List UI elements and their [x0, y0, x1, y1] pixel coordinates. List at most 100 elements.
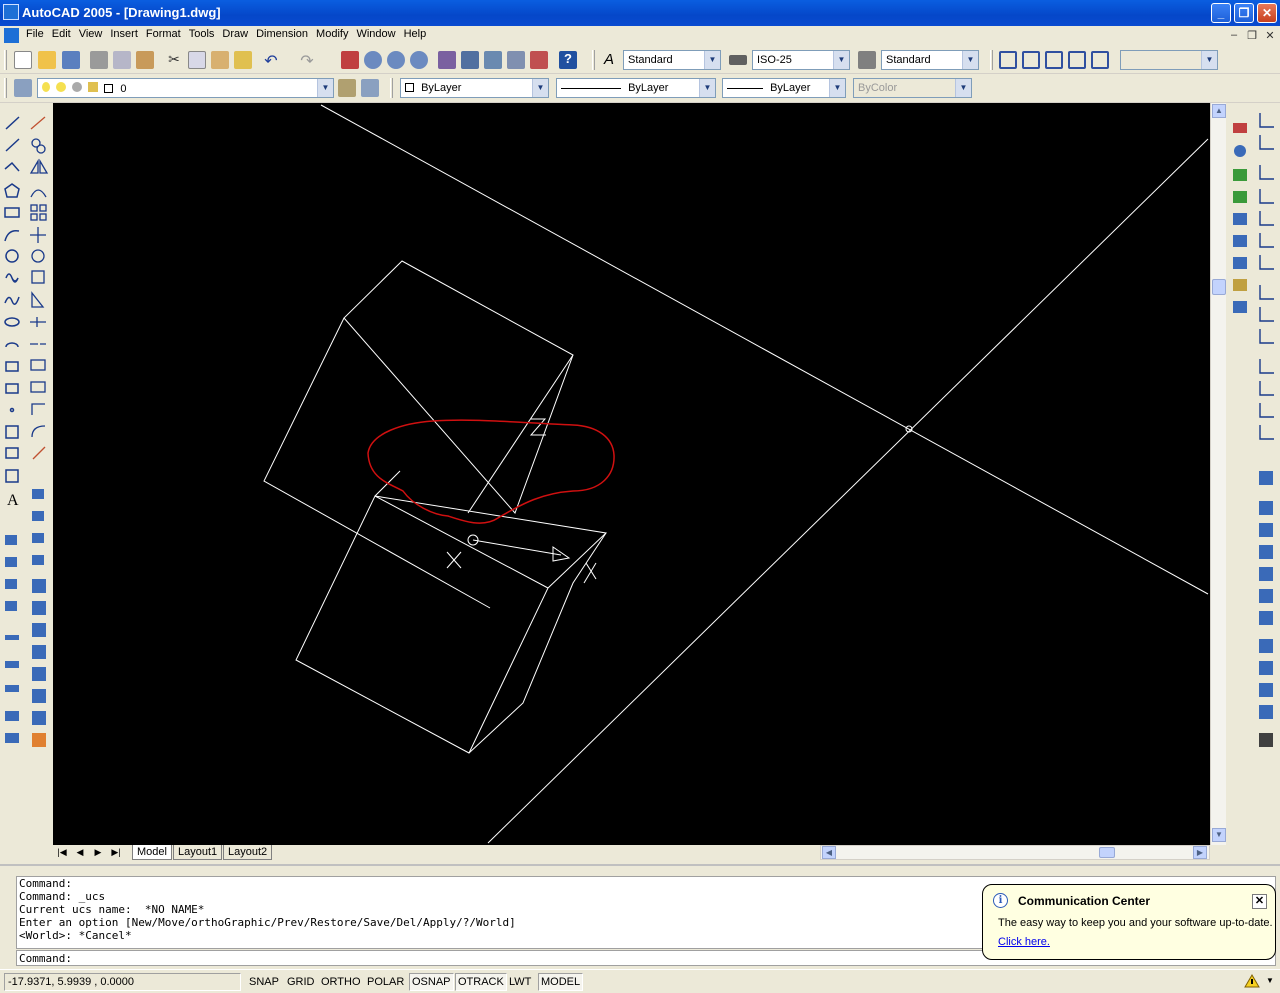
- scroll-left-button[interactable]: ◀: [822, 846, 836, 859]
- minimize-button[interactable]: _: [1211, 3, 1231, 23]
- paste-icon[interactable]: [211, 51, 229, 69]
- sheet-set-icon[interactable]: [507, 51, 525, 69]
- lwt-toggle[interactable]: LWT: [506, 973, 534, 991]
- plot-preview-icon[interactable]: [113, 51, 131, 69]
- vertical-scrollbar[interactable]: ▲ ▼: [1210, 103, 1226, 845]
- drawing-canvas[interactable]: [53, 103, 1210, 845]
- toolbar-grip[interactable]: [990, 50, 993, 70]
- doc-close-button[interactable]: ✕: [1262, 29, 1278, 43]
- plot-style-select[interactable]: ByColor ▼: [853, 78, 972, 98]
- zoom-previous-icon[interactable]: [410, 51, 428, 69]
- menu-insert[interactable]: Insert: [110, 28, 144, 40]
- toolbar-grip[interactable]: [4, 78, 7, 98]
- scroll-up-button[interactable]: ▲: [1212, 104, 1226, 118]
- redo-icon[interactable]: ↷: [298, 51, 316, 70]
- cut-icon[interactable]: ✂: [165, 51, 183, 69]
- polar-toggle[interactable]: POLAR: [364, 973, 407, 991]
- pan-realtime-icon[interactable]: [341, 51, 359, 69]
- autocad-app-icon[interactable]: [3, 4, 19, 20]
- model-toggle[interactable]: MODEL: [538, 973, 584, 991]
- tool-palettes-icon[interactable]: [484, 51, 502, 69]
- balloon-link[interactable]: Click here.: [998, 936, 1050, 948]
- viewport-dialog-icon[interactable]: [999, 51, 1017, 69]
- restore-button[interactable]: ❐: [1234, 3, 1254, 23]
- doc-minimize-button[interactable]: –: [1226, 29, 1242, 43]
- first-tab-button[interactable]: |◀: [55, 846, 69, 859]
- layer-select[interactable]: 0 ▼: [37, 78, 334, 98]
- single-viewport-icon[interactable]: [1022, 51, 1040, 69]
- color-select[interactable]: ByLayer ▼: [400, 78, 549, 98]
- grid-toggle[interactable]: GRID: [284, 973, 318, 991]
- warning-icon[interactable]: [1244, 974, 1260, 988]
- close-button[interactable]: ✕: [1257, 3, 1277, 23]
- menu-draw[interactable]: Draw: [222, 28, 254, 40]
- zoom-realtime-icon[interactable]: [364, 51, 382, 69]
- save-icon[interactable]: [62, 51, 80, 69]
- snap-toggle[interactable]: SNAP: [246, 973, 282, 991]
- previous-tab-button[interactable]: ◀: [73, 846, 87, 859]
- horizontal-scroll-thumb[interactable]: [1099, 847, 1115, 858]
- chevron-down-icon[interactable]: ▼: [955, 79, 971, 97]
- toolbar-grip[interactable]: [592, 50, 595, 70]
- viewport-scale-select[interactable]: ▼: [1120, 50, 1218, 70]
- clip-viewport-icon[interactable]: [1091, 51, 1109, 69]
- coordinate-display[interactable]: -17.9371, 5.9939 , 0.0000: [4, 973, 241, 991]
- zoom-window-icon[interactable]: [387, 51, 405, 69]
- publish-icon[interactable]: [136, 51, 154, 69]
- toolbar-grip[interactable]: [390, 78, 393, 98]
- tab-model[interactable]: Model: [132, 845, 172, 860]
- match-properties-icon[interactable]: [234, 51, 252, 69]
- otrack-toggle[interactable]: OTRACK: [455, 973, 507, 991]
- table-style-select[interactable]: Standard ▼: [881, 50, 979, 70]
- make-current-layer-icon[interactable]: [338, 79, 356, 97]
- menu-help[interactable]: Help: [404, 28, 433, 40]
- horizontal-scrollbar[interactable]: ◀ ▶: [820, 845, 1210, 860]
- scroll-down-button[interactable]: ▼: [1212, 828, 1226, 842]
- help-icon[interactable]: ?: [559, 51, 577, 69]
- toolbar-grip[interactable]: [4, 50, 7, 70]
- menu-modify[interactable]: Modify: [316, 28, 354, 40]
- document-icon[interactable]: [4, 28, 19, 43]
- tab-layout2[interactable]: Layout2: [223, 845, 273, 860]
- menu-tools[interactable]: Tools: [189, 28, 221, 40]
- text-style-icon[interactable]: A: [600, 51, 618, 69]
- chevron-down-icon[interactable]: ▼: [699, 79, 715, 97]
- menu-window[interactable]: Window: [356, 28, 401, 40]
- linetype-select[interactable]: ByLayer ▼: [556, 78, 716, 98]
- properties-icon[interactable]: [438, 51, 456, 69]
- layer-previous-icon[interactable]: [361, 79, 379, 97]
- chevron-down-icon[interactable]: ▼: [833, 51, 849, 69]
- next-tab-button[interactable]: ▶: [91, 846, 105, 859]
- menu-view[interactable]: View: [79, 28, 109, 40]
- dim-style-icon[interactable]: [729, 55, 747, 65]
- dim-style-select[interactable]: ISO-25 ▼: [752, 50, 850, 70]
- last-tab-button[interactable]: ▶|: [109, 846, 123, 859]
- chevron-down-icon[interactable]: ▼: [317, 79, 333, 97]
- chevron-down-icon[interactable]: ▼: [962, 51, 978, 69]
- chevron-down-icon[interactable]: ▼: [829, 79, 845, 97]
- layer-manager-icon[interactable]: [14, 79, 32, 97]
- close-balloon-button[interactable]: ✕: [1252, 894, 1267, 909]
- polygonal-viewport-icon[interactable]: [1045, 51, 1063, 69]
- tab-layout1[interactable]: Layout1: [173, 845, 223, 860]
- undo-icon[interactable]: ↶: [262, 51, 280, 70]
- design-center-icon[interactable]: [461, 51, 479, 69]
- vertical-scroll-thumb[interactable]: [1212, 279, 1226, 295]
- table-style-icon[interactable]: [858, 51, 876, 69]
- scroll-right-button[interactable]: ▶: [1193, 846, 1207, 859]
- osnap-toggle[interactable]: OSNAP: [409, 973, 454, 991]
- convert-viewport-icon[interactable]: [1068, 51, 1086, 69]
- text-style-select[interactable]: Standard ▼: [623, 50, 721, 70]
- ortho-toggle[interactable]: ORTHO: [318, 973, 364, 991]
- plot-icon[interactable]: [90, 51, 108, 69]
- menu-file[interactable]: File: [26, 28, 50, 40]
- chevron-down-icon[interactable]: ▼: [532, 79, 548, 97]
- menu-dimension[interactable]: Dimension: [256, 28, 314, 40]
- chevron-down-icon[interactable]: ▼: [1201, 51, 1217, 69]
- new-icon[interactable]: [14, 51, 32, 69]
- lineweight-select[interactable]: ByLayer ▼: [722, 78, 846, 98]
- doc-restore-button[interactable]: ❐: [1244, 29, 1260, 43]
- menu-format[interactable]: Format: [146, 28, 187, 40]
- chevron-down-icon[interactable]: ▼: [704, 51, 720, 69]
- copy-icon[interactable]: [188, 51, 206, 69]
